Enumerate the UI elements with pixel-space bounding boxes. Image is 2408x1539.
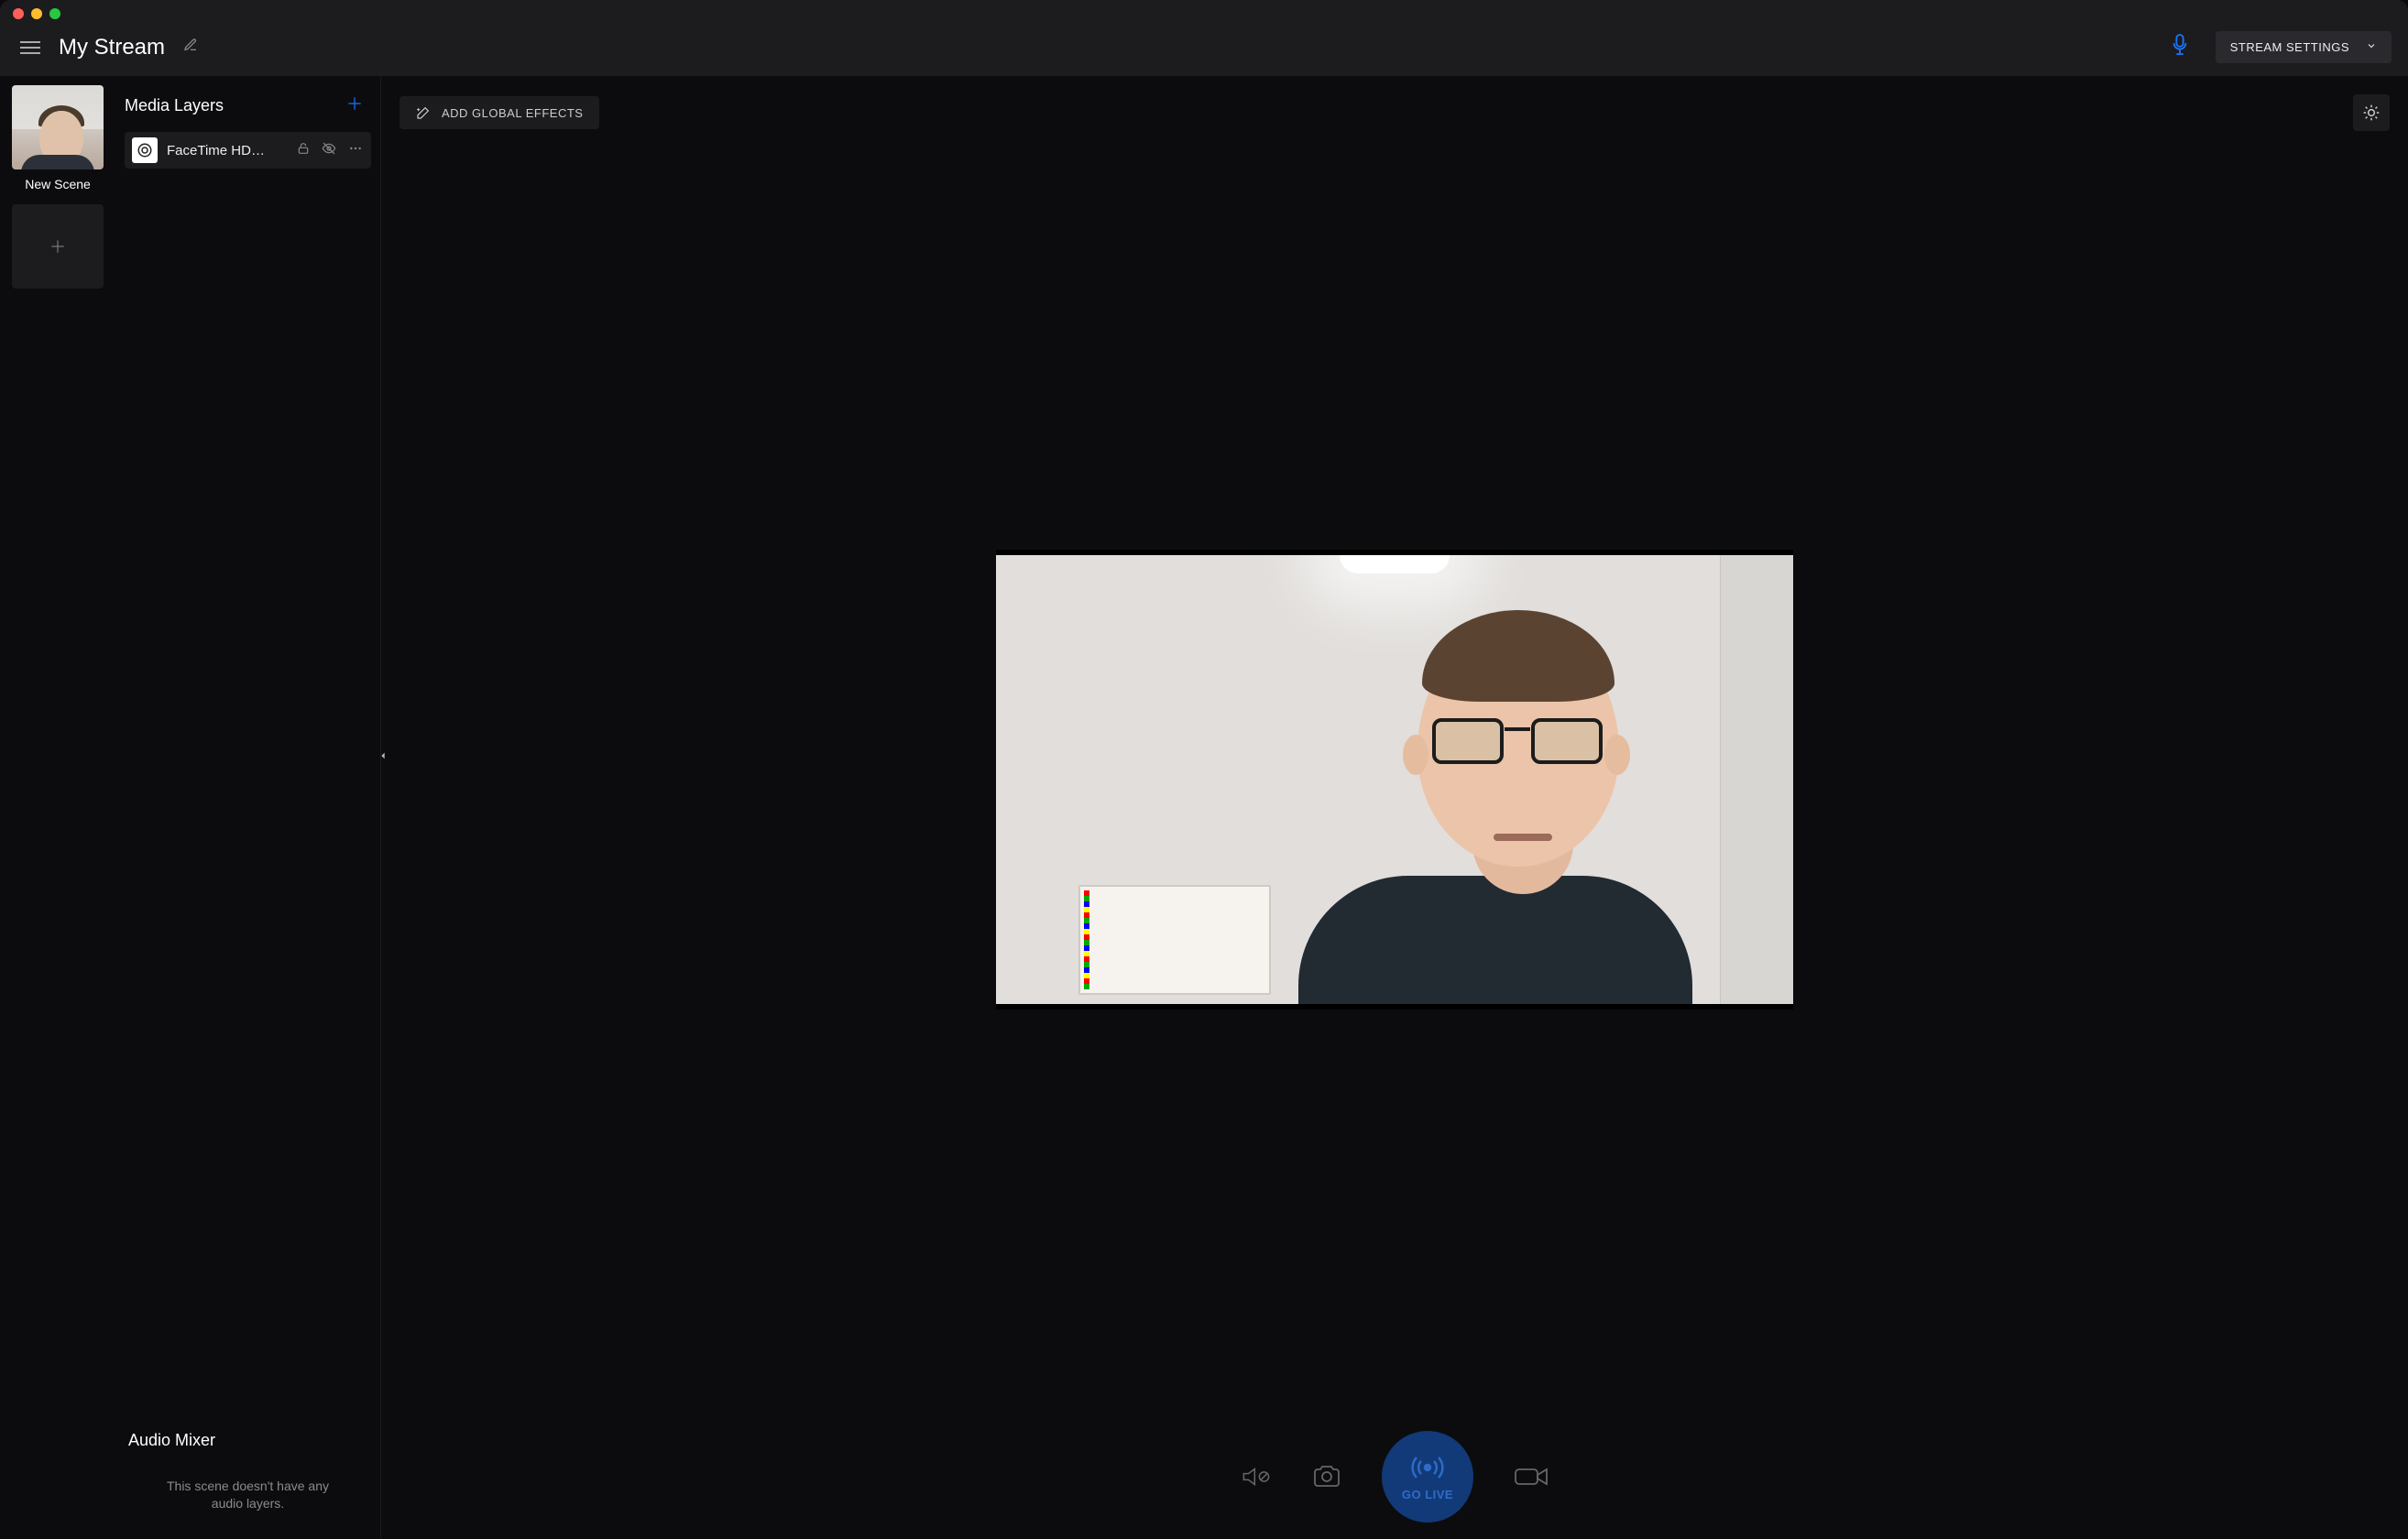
ellipsis-icon [347,141,364,156]
layer-visibility-button[interactable] [320,141,338,160]
stream-settings-button[interactable]: STREAM SETTINGS [2216,31,2392,63]
layer-name-label: FaceTime HD… [167,143,287,158]
camera-source-icon [132,137,158,163]
scene-label: New Scene [25,177,91,191]
bottom-toolbar: GO LIVE [400,1413,2390,1530]
edit-title-button[interactable] [180,34,202,60]
scene-thumbnail [12,85,104,169]
chevron-down-icon [2366,40,2377,54]
app-body: New Scene Media Layers FaceTime HD… [0,76,2408,1539]
layers-header: Media Layers [115,85,380,132]
eye-off-icon [320,141,338,156]
preview-canvas[interactable] [996,555,1793,1004]
broadcast-icon [1409,1453,1446,1482]
audio-muted-icon [1241,1464,1272,1490]
go-live-label: GO LIVE [1402,1488,1453,1501]
preview-topbar: ADD GLOBAL EFFECTS [400,94,2390,131]
header-left: My Stream [16,34,202,60]
audio-mixer-empty-text: This scene doesn't have any audio layers… [128,1478,367,1513]
hamburger-icon [20,41,40,43]
lock-icon [296,141,311,156]
audio-mixer-panel: Audio Mixer This scene doesn't have any … [115,1416,380,1539]
mute-audio-button[interactable] [1241,1464,1272,1490]
stream-title: My Stream [59,35,165,60]
snapshot-button[interactable] [1312,1465,1341,1489]
add-layer-button[interactable] [342,91,367,121]
layer-row[interactable]: FaceTime HD… [125,132,371,169]
brightness-button[interactable] [2353,94,2390,131]
menu-button[interactable] [16,38,44,58]
layers-title: Media Layers [125,96,224,115]
plus-icon [345,94,364,113]
app-header: My Stream STREAM SETTINGS [0,27,2408,76]
plus-icon [49,237,67,256]
microphone-icon [2170,33,2190,57]
pencil-icon [183,38,198,52]
window-traffic-lights [0,0,2408,27]
header-right: STREAM SETTINGS [2170,31,2392,63]
add-global-effects-label: ADD GLOBAL EFFECTS [442,106,583,120]
close-window-button[interactable] [13,8,24,19]
go-live-button[interactable]: GO LIVE [1382,1431,1473,1523]
add-global-effects-button[interactable]: ADD GLOBAL EFFECTS [400,96,599,129]
record-button[interactable] [1514,1466,1549,1488]
fullscreen-window-button[interactable] [49,8,60,19]
preview-panel: ADD GLOBAL EFFECTS [381,76,2408,1539]
stream-settings-label: STREAM SETTINGS [2230,40,2349,54]
wand-icon [416,105,431,120]
chevron-left-icon [378,749,388,762]
camera-icon [1312,1465,1341,1489]
layers-panel: Media Layers FaceTime HD… [115,76,381,1539]
audio-mixer-title: Audio Mixer [128,1431,367,1450]
minimize-window-button[interactable] [31,8,42,19]
scene-card[interactable]: New Scene [12,85,104,191]
layer-actions [296,141,364,160]
scenes-panel: New Scene [0,76,115,1539]
brightness-icon [2362,104,2381,122]
microphone-button[interactable] [2170,33,2190,61]
preview-canvas-outer [996,550,1793,1010]
video-camera-icon [1514,1466,1549,1488]
collapse-panel-button[interactable] [378,749,388,767]
layer-more-button[interactable] [347,141,364,160]
layer-lock-button[interactable] [296,141,311,160]
app-window: My Stream STREAM SETTINGS [0,0,2408,1539]
add-scene-button[interactable] [12,204,104,289]
preview-canvas-wrap [400,146,2390,1413]
